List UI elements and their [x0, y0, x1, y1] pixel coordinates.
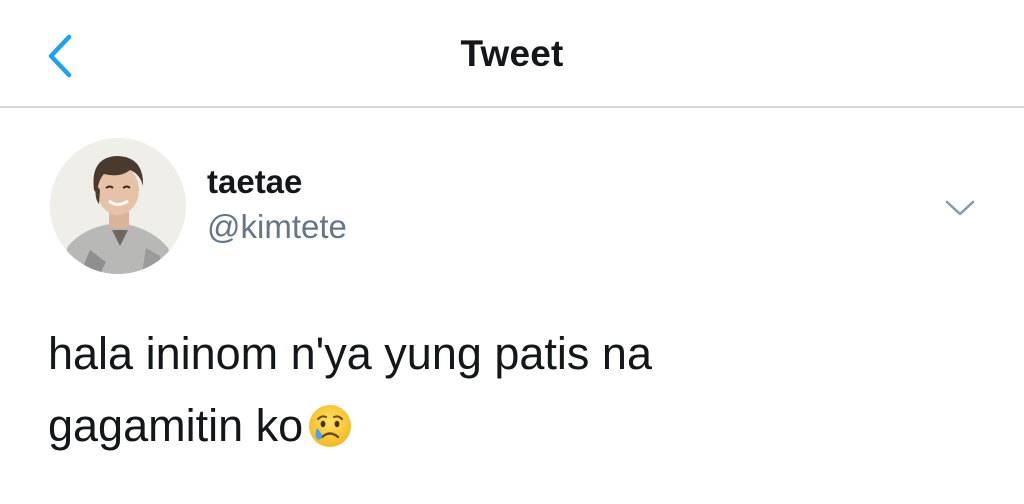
avatar-image [50, 138, 186, 274]
tweet-text: hala ininom n'ya yung patis na gagamitin… [48, 318, 948, 470]
crying-face-icon [307, 398, 353, 470]
tweet-text-line: hala ininom n'ya yung patis na [48, 328, 652, 379]
tweet-author[interactable]: taetae @kimtete [207, 162, 347, 247]
tweet-text-line: gagamitin ko [48, 390, 948, 470]
page-title: Tweet [460, 33, 564, 74]
navigation-header: Tweet [0, 0, 1024, 108]
author-display-name[interactable]: taetae [207, 162, 347, 202]
tweet-menu-button[interactable] [938, 190, 982, 226]
avatar[interactable] [50, 138, 186, 274]
chevron-down-icon [945, 200, 975, 216]
tweet: taetae @kimtete hala ininom n'ya yung pa… [0, 108, 1024, 504]
author-handle[interactable]: @kimtete [207, 207, 347, 247]
tweet-text-segment: gagamitin ko [48, 400, 304, 451]
